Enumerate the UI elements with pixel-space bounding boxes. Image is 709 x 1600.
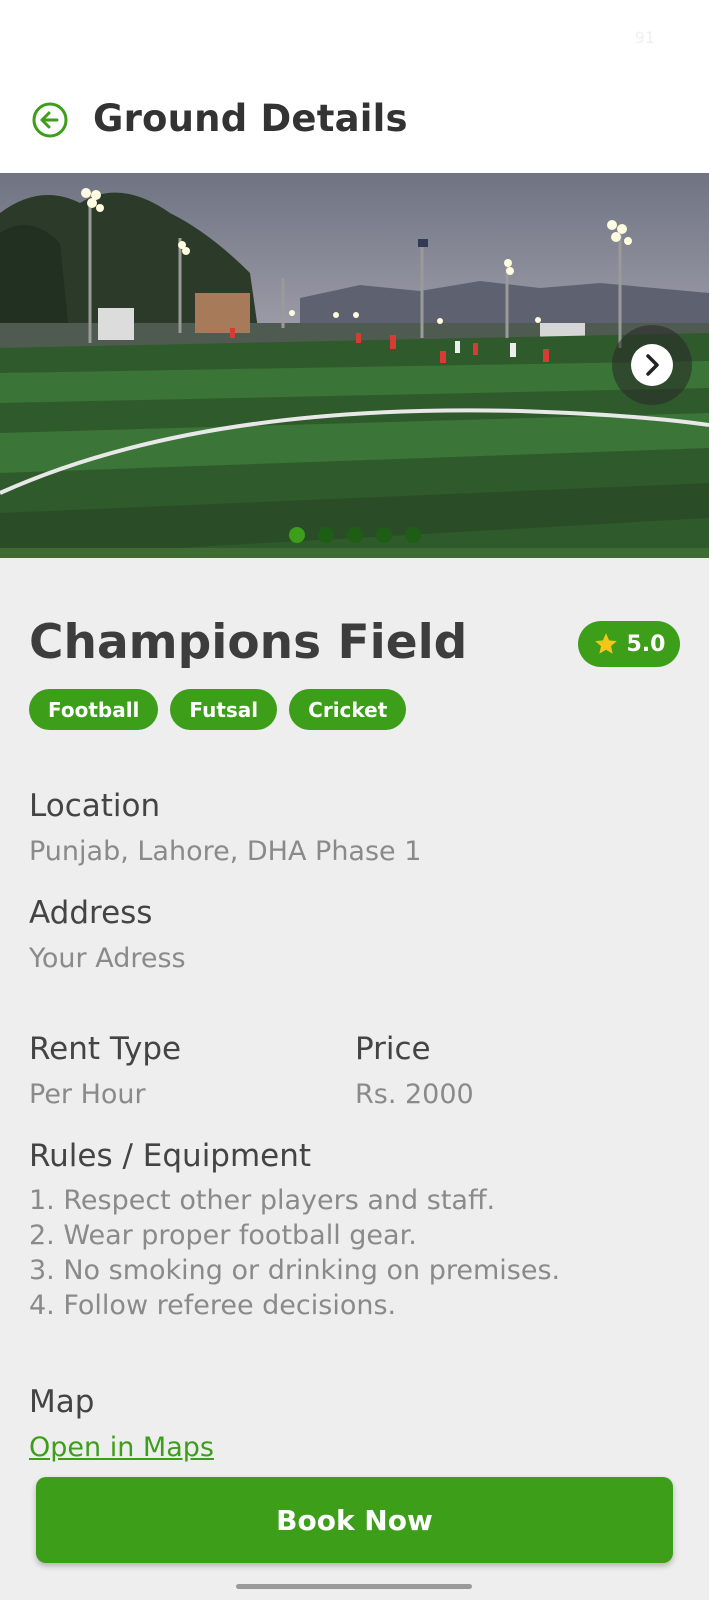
address-value: Your Adress — [29, 943, 186, 974]
rules-label: Rules / Equipment — [29, 1138, 312, 1174]
book-now-button[interactable]: Book Now — [36, 1477, 673, 1563]
carousel-pagination — [289, 527, 421, 543]
carousel-dot[interactable] — [318, 527, 334, 543]
price-label: Price — [355, 1031, 431, 1067]
star-icon — [594, 633, 617, 654]
back-button[interactable] — [30, 100, 70, 140]
ground-image-carousel[interactable] — [0, 173, 709, 558]
open-in-maps-link[interactable]: Open in Maps — [29, 1432, 214, 1463]
rating-value: 5.0 — [626, 631, 666, 657]
rules-list: 1. Respect other players and staff. 2. W… — [29, 1183, 560, 1323]
map-label: Map — [29, 1384, 95, 1420]
ground-photo — [0, 173, 709, 558]
address-label: Address — [29, 895, 153, 931]
carousel-dot[interactable] — [405, 527, 421, 543]
arrow-left-circle-icon — [32, 102, 68, 138]
carousel-next-button[interactable] — [612, 325, 692, 405]
home-indicator[interactable] — [236, 1584, 472, 1589]
app-header: Ground Details — [0, 80, 709, 173]
sport-tags: Football Futsal Cricket — [29, 689, 407, 730]
carousel-dot[interactable] — [289, 527, 305, 543]
page-title: Ground Details — [93, 97, 408, 140]
rule-item: 2. Wear proper football gear. — [29, 1220, 417, 1251]
status-indicator: 91 — [634, 28, 655, 47]
location-label: Location — [29, 788, 161, 824]
price-value: Rs. 2000 — [355, 1079, 474, 1110]
ground-name: Champions Field — [29, 615, 468, 670]
carousel-dot[interactable] — [376, 527, 392, 543]
rent-type-label: Rent Type — [29, 1031, 182, 1067]
rule-item: 3. No smoking or drinking on premises. — [29, 1255, 561, 1286]
sport-tag: Football — [29, 689, 159, 730]
chevron-right-icon — [646, 354, 659, 376]
location-value: Punjab, Lahore, DHA Phase 1 — [29, 836, 422, 867]
sport-tag: Futsal — [170, 689, 278, 730]
rent-type-value: Per Hour — [29, 1079, 146, 1110]
status-bar: 91 — [0, 0, 709, 80]
carousel-dot[interactable] — [347, 527, 363, 543]
rule-item: 4. Follow referee decisions. — [29, 1290, 397, 1321]
sport-tag: Cricket — [289, 689, 407, 730]
rule-item: 1. Respect other players and staff. — [29, 1185, 496, 1216]
rating-badge: 5.0 — [578, 621, 680, 667]
